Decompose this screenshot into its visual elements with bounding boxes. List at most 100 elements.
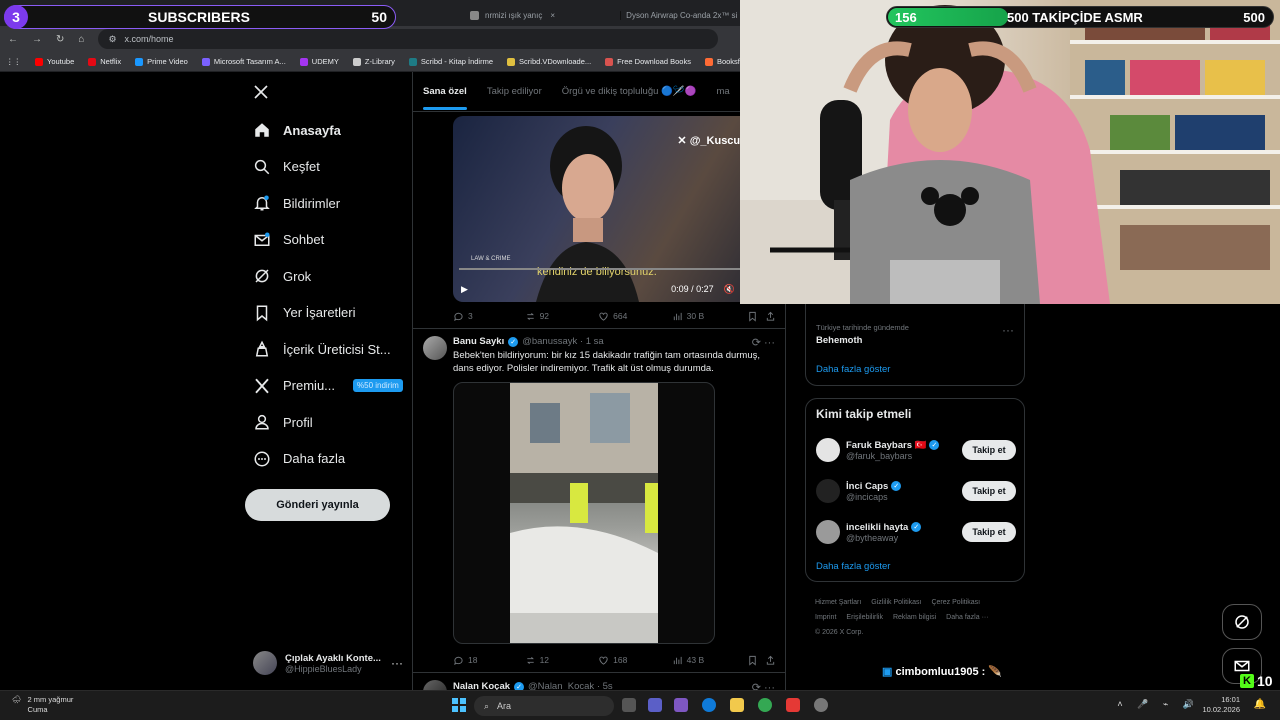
like-button[interactable]: 168 bbox=[598, 655, 672, 666]
nav-item-creator[interactable]: İçerik Üreticisi St... bbox=[245, 331, 410, 368]
bookmark-item[interactable]: UDEMY bbox=[299, 57, 339, 66]
close-icon[interactable]: × bbox=[550, 11, 555, 20]
reply-button[interactable]: 18 bbox=[453, 655, 525, 666]
retweet-icon bbox=[526, 656, 534, 664]
nav-item-home[interactable]: Anasayfa bbox=[245, 112, 410, 149]
search-icon bbox=[254, 159, 270, 175]
nav-item-grok[interactable]: Grok bbox=[245, 258, 410, 295]
views-button[interactable]: 43 B bbox=[672, 655, 748, 666]
bookmark-item[interactable]: Microsoft Tasarım A... bbox=[201, 57, 286, 66]
nav-item-bookmark[interactable]: Yer İşaretleri bbox=[245, 295, 410, 332]
home-browser-icon[interactable]: ⌂ bbox=[78, 34, 84, 45]
post-button[interactable]: Gönderi yayınla bbox=[245, 489, 390, 521]
apps-grid-icon[interactable]: ⋮⋮ bbox=[6, 57, 21, 66]
reply-button[interactable]: 3 bbox=[453, 311, 525, 322]
start-icon[interactable] bbox=[452, 698, 466, 712]
show-more-link[interactable]: Daha fazla göster bbox=[816, 364, 890, 375]
tweet-more-icon[interactable]: ⟳ ··· bbox=[752, 336, 775, 349]
teams-icon[interactable] bbox=[648, 698, 662, 712]
footer-link[interactable]: Çerez Politikası bbox=[931, 599, 980, 606]
tweet-handle[interactable]: @banussayk · 1 sa bbox=[522, 336, 603, 347]
site-info-icon[interactable]: ⚙ bbox=[108, 34, 116, 45]
follow-button[interactable]: Takip et bbox=[962, 440, 1016, 460]
rain-cloud-icon: 🌧 bbox=[12, 695, 22, 704]
nav-item-search[interactable]: Keşfet bbox=[245, 149, 410, 186]
trend-item[interactable]: Behemoth bbox=[816, 335, 862, 346]
bookmark-item[interactable]: Free Download Books bbox=[605, 57, 691, 66]
notification-icon[interactable]: 🔔 bbox=[1254, 699, 1266, 710]
feed-tab[interactable]: Takip ediliyor bbox=[487, 86, 542, 97]
like-button[interactable]: 664 bbox=[598, 311, 672, 322]
video-player[interactable]: ✕ @_Kuscuba LAW & CRIME kendiniz de bili… bbox=[453, 116, 753, 302]
app-icon[interactable] bbox=[786, 698, 800, 712]
forward-icon[interactable]: → bbox=[32, 34, 42, 45]
avatar[interactable] bbox=[423, 336, 447, 360]
clock[interactable]: 16:01 10.02.2026 bbox=[1202, 695, 1240, 715]
follow-button[interactable]: Takip et bbox=[962, 481, 1016, 501]
footer-link[interactable]: Reklam bilgisi bbox=[893, 614, 936, 621]
nav-item-bell[interactable]: Bildirimler bbox=[245, 185, 410, 222]
retweet-button[interactable]: 92 bbox=[525, 311, 599, 322]
chrome-icon[interactable] bbox=[758, 698, 772, 712]
back-icon[interactable]: ← bbox=[8, 34, 18, 45]
footer-link[interactable]: Gizlilik Politikası bbox=[871, 599, 921, 606]
bookmark-label: Prime Video bbox=[147, 57, 188, 66]
tweet-image[interactable] bbox=[453, 382, 715, 644]
edge-icon[interactable] bbox=[702, 698, 716, 712]
suggestion-name: incelikli hayta bbox=[846, 521, 909, 533]
bookmark-item[interactable]: Youtube bbox=[35, 57, 74, 66]
weather-widget[interactable]: 🌧 2 mm yağmur Cuma bbox=[12, 695, 73, 715]
share-button[interactable] bbox=[765, 311, 783, 322]
show-more-link[interactable]: Daha fazla göster bbox=[816, 561, 890, 572]
follow-suggestion[interactable]: İnci Caps ✓ @incicaps Takip et bbox=[816, 476, 1016, 506]
feed-tab[interactable]: Sana özel bbox=[423, 86, 467, 110]
browser-tab[interactable]: Dyson Airwrap Co-anda 2x™ si× bbox=[610, 4, 760, 26]
follow-suggestion[interactable]: Faruk Baybars 🇹🇷 ✓ @faruk_baybars Takip et bbox=[816, 435, 1016, 465]
footer-link[interactable]: Imprint bbox=[815, 614, 836, 621]
nav-item-more-circle[interactable]: Daha fazla bbox=[245, 441, 410, 478]
x-logo[interactable] bbox=[245, 72, 410, 112]
views-button[interactable]: 30 B bbox=[672, 311, 748, 322]
task-view-icon[interactable] bbox=[622, 698, 636, 712]
bookmark-button[interactable] bbox=[747, 311, 765, 322]
share-button[interactable] bbox=[765, 655, 783, 666]
nav-item-mail[interactable]: Sohbet bbox=[245, 222, 410, 259]
browser-tab[interactable]: nrmizi ışık yanıç × bbox=[460, 4, 610, 26]
retweet-button[interactable]: 12 bbox=[525, 655, 599, 666]
account-switcher[interactable]: Çıplak Ayaklı Konte... @HippieBluesLady … bbox=[253, 648, 403, 678]
webcam-scene bbox=[740, 0, 1280, 304]
grok-float-button[interactable] bbox=[1222, 604, 1262, 640]
taskbar-search[interactable]: ⌕ Ara bbox=[474, 696, 614, 716]
bookmark-item[interactable]: Netflix bbox=[88, 57, 121, 66]
play-icon[interactable]: ▶ bbox=[461, 284, 468, 295]
follow-button[interactable]: Takip et bbox=[962, 522, 1016, 542]
bookmark-item[interactable]: Scribd - Kitap İndirme bbox=[408, 57, 493, 66]
nav-item-label: Sohbet bbox=[283, 232, 325, 248]
copilot-icon[interactable] bbox=[674, 698, 688, 712]
system-tray[interactable]: ˄ 🎤 ⌁ 🔊 bbox=[1117, 699, 1200, 710]
webcam-overlay bbox=[740, 0, 1280, 304]
bookmark-item[interactable]: Prime Video bbox=[135, 57, 188, 66]
tweet-author[interactable]: Banu Saykı bbox=[453, 336, 504, 347]
bookmark-favicon-icon bbox=[35, 57, 43, 66]
verified-icon: ✓ bbox=[891, 481, 902, 491]
folder-icon[interactable] bbox=[730, 698, 744, 712]
volume-icon[interactable]: 🔇 bbox=[724, 284, 735, 295]
feed-tab[interactable]: ma bbox=[717, 86, 730, 97]
url-input[interactable]: ⚙ x.com/home bbox=[98, 29, 719, 49]
trend-more-icon[interactable]: ··· bbox=[1002, 323, 1014, 337]
feed-tab[interactable]: Örgü ve dikiş topluluğu 🔵🪡🟣 bbox=[562, 86, 697, 97]
bookmark-item[interactable]: Scribd.VDownloade... bbox=[507, 57, 591, 66]
reload-icon[interactable]: ↻ bbox=[56, 34, 64, 45]
bookmark-favicon-icon bbox=[201, 57, 210, 66]
app-icon[interactable] bbox=[814, 698, 828, 712]
nav-item-x-premium[interactable]: Premiu... %50 indirim bbox=[245, 368, 410, 405]
footer-link[interactable]: Daha fazla ··· bbox=[946, 614, 988, 621]
follow-suggestion[interactable]: incelikli hayta ✓ @bytheaway Takip et bbox=[816, 517, 1016, 547]
nav-item-user[interactable]: Profil bbox=[245, 404, 410, 441]
footer-link[interactable]: Erişilebilirlik bbox=[846, 614, 883, 621]
bookmark-button[interactable] bbox=[747, 655, 765, 666]
footer-link[interactable]: Hizmet Şartları bbox=[815, 599, 861, 606]
video-progress-bar[interactable] bbox=[459, 268, 753, 270]
bookmark-item[interactable]: Z-Library bbox=[352, 57, 395, 66]
